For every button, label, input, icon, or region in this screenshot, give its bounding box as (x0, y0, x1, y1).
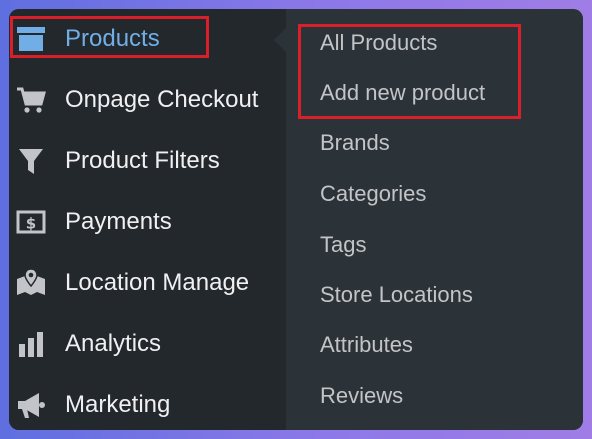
menu-item-product-filters[interactable]: Product Filters (9, 131, 286, 191)
submenu-item-attributes[interactable]: Attributes (320, 331, 413, 359)
submenu-item-categories[interactable]: Categories (320, 180, 426, 208)
menu-item-label: Marketing (65, 391, 171, 418)
map-location-icon (15, 267, 47, 299)
menu-item-label: Location Manage (65, 269, 250, 296)
products-submenu: All Products Add new product Brands Cate… (286, 9, 583, 430)
submenu-item-tags[interactable]: Tags (320, 231, 366, 259)
menu-item-label: Analytics (65, 330, 162, 357)
menu-item-onpage-checkout[interactable]: Onpage Checkout (9, 70, 286, 130)
filter-funnel-icon (15, 145, 47, 177)
submenu-item-store-locations[interactable]: Store Locations (320, 281, 473, 309)
money-bill-icon: $ (15, 206, 47, 238)
menu-item-label: Products (65, 25, 160, 52)
menu-item-label: Product Filters (65, 147, 220, 174)
menu-item-marketing[interactable]: Marketing (9, 375, 286, 430)
megaphone-icon (15, 389, 47, 421)
menu-item-label: Payments (65, 208, 172, 235)
submenu-item-all-products[interactable]: All Products (320, 29, 437, 57)
menu-item-payments[interactable]: $ Payments (9, 192, 286, 252)
cart-icon (15, 84, 47, 116)
bar-chart-icon (15, 328, 47, 360)
submenu-item-brands[interactable]: Brands (320, 129, 390, 157)
menu-item-products[interactable]: Products (9, 9, 286, 69)
menu-item-label: Onpage Checkout (65, 86, 259, 113)
submenu-item-add-new-product[interactable]: Add new product (320, 79, 485, 107)
archive-box-icon (15, 23, 47, 55)
menu-item-analytics[interactable]: Analytics (9, 314, 286, 374)
admin-sidebar-menu: Products Onpage Checkout Product Filters (9, 9, 286, 430)
svg-text:$: $ (26, 215, 36, 233)
menu-item-location-manage[interactable]: Location Manage (9, 253, 286, 313)
admin-menu-frame: Products Onpage Checkout Product Filters (9, 9, 583, 430)
submenu-pointer-arrow (274, 28, 286, 52)
submenu-item-reviews[interactable]: Reviews (320, 382, 403, 410)
